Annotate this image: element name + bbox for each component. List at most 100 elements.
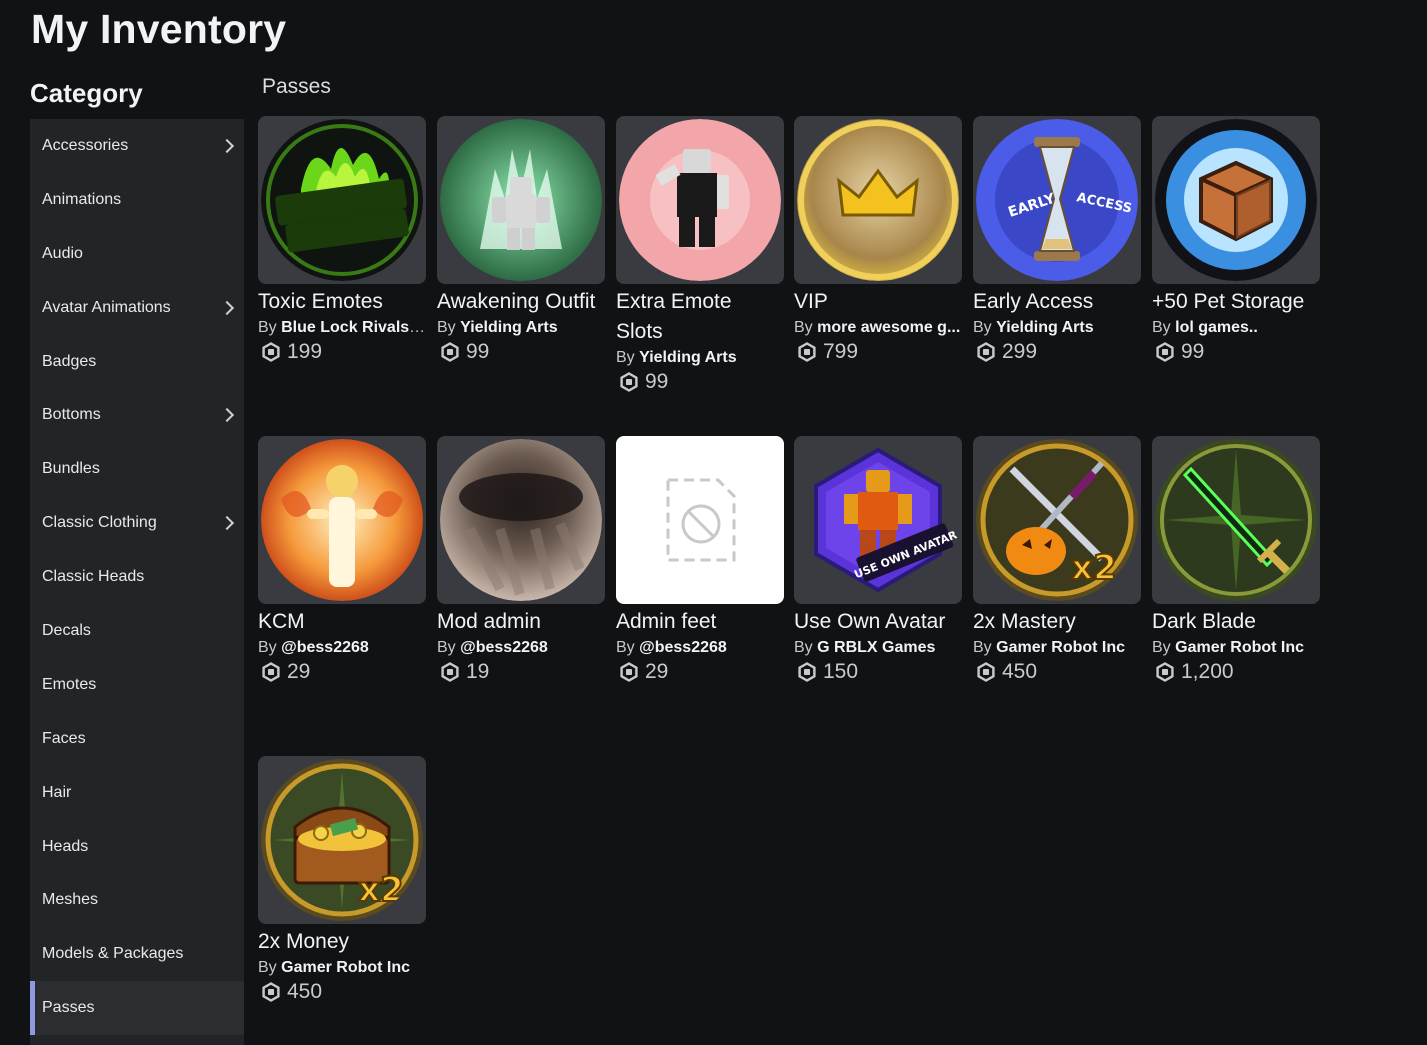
sidebar-item-decals[interactable]: Decals — [30, 604, 244, 658]
pass-name[interactable]: 2x Mastery — [973, 607, 1141, 637]
pass-card-dark-blade[interactable]: Dark Blade By Gamer Robot Inc 1,200 — [1152, 436, 1320, 684]
pass-name[interactable]: KCM — [258, 607, 426, 637]
pass-name[interactable]: Mod admin — [437, 607, 605, 637]
pass-thumbnail[interactable]: x2 — [973, 436, 1141, 604]
creator-link[interactable]: Yielding Arts — [639, 349, 737, 366]
pass-price: 450 — [973, 660, 1141, 684]
sidebar-item-label: Classic Heads — [42, 568, 145, 586]
use-own-avatar-icon: USE OWN AVATAR — [814, 447, 959, 593]
pass-thumbnail[interactable] — [1152, 116, 1320, 284]
sidebar-item-bundles[interactable]: Bundles — [30, 442, 244, 496]
sidebar-item-label: Passes — [42, 999, 95, 1017]
pass-name[interactable]: Toxic Emotes — [258, 287, 426, 317]
sidebar-item-avatar-animations[interactable]: Avatar Animations — [30, 281, 244, 335]
pass-thumbnail[interactable]: x2 — [258, 756, 426, 924]
creator-link[interactable]: @bess2268 — [281, 639, 369, 656]
sidebar-item-emotes[interactable]: Emotes — [30, 658, 244, 712]
pass-price: 29 — [616, 660, 784, 684]
extra-emote-slots-icon — [619, 119, 781, 281]
sidebar-item-label: Decals — [42, 621, 91, 639]
sidebar-item-classic-clothing[interactable]: Classic Clothing — [30, 496, 244, 550]
pass-name[interactable]: +50 Pet Storage — [1152, 287, 1320, 317]
sidebar-item-audio[interactable]: Audio — [30, 227, 244, 281]
creator-link[interactable]: Gamer Robot Inc — [1175, 639, 1304, 656]
pass-thumbnail[interactable] — [437, 116, 605, 284]
pass-card-2x-money[interactable]: x2 2x Money By Gamer Robot Inc 450 — [258, 756, 426, 1004]
pass-thumbnail[interactable] — [616, 116, 784, 284]
sidebar-item-faces[interactable]: Faces — [30, 712, 244, 766]
sidebar-item-classic-heads[interactable]: Classic Heads — [30, 550, 244, 604]
pass-name[interactable]: Dark Blade — [1152, 607, 1320, 637]
pass-card-toxic-emotes[interactable]: Toxic Emotes By Blue Lock Rivals ... 199 — [258, 116, 426, 364]
robux-icon — [261, 662, 281, 682]
creator-link[interactable]: Yielding Arts — [460, 319, 558, 336]
pass-creator: By @bess2268 — [258, 639, 369, 656]
sidebar-item-label: Avatar Animations — [42, 298, 171, 316]
pass-card-2x-mastery[interactable]: x2 2x Mastery By Gamer Robot Inc 450 — [973, 436, 1141, 684]
pass-thumbnail[interactable] — [616, 436, 784, 604]
pass-card-extra-emote-slots[interactable]: Extra Emote Slots By Yielding Arts 99 — [616, 116, 784, 394]
pass-price: 19 — [437, 660, 605, 684]
pass-card-awakening-outfit[interactable]: Awakening Outfit By Yielding Arts 99 — [437, 116, 605, 364]
sidebar-item-label: Animations — [42, 190, 122, 208]
robux-icon — [976, 662, 996, 682]
pass-creator: By lol games.. — [1152, 319, 1258, 336]
pass-name[interactable]: Extra Emote Slots — [616, 287, 784, 347]
pass-creator: By @bess2268 — [616, 639, 727, 656]
sidebar-item-label: Meshes — [42, 891, 99, 909]
pass-card-early-access[interactable]: EARLY ACCESS Early Access By Yielding Ar… — [973, 116, 1141, 364]
pass-creator: By Gamer Robot Inc — [258, 959, 411, 976]
pass-name[interactable]: 2x Money — [258, 927, 426, 957]
sidebar-item-meshes[interactable]: Meshes — [30, 873, 244, 927]
pass-thumbnail[interactable] — [437, 436, 605, 604]
creator-link[interactable]: more awesome g... — [817, 319, 960, 336]
robux-icon — [797, 662, 817, 682]
pass-name[interactable]: Use Own Avatar — [794, 607, 962, 637]
creator-link[interactable]: @bess2268 — [460, 639, 548, 656]
pass-price: 199 — [258, 340, 426, 364]
sidebar-item-animations[interactable]: Animations — [30, 173, 244, 227]
creator-link[interactable]: Gamer Robot Inc — [996, 639, 1125, 656]
creator-link[interactable]: Gamer Robot Inc — [281, 959, 410, 976]
creator-link[interactable]: G RBLX Games — [817, 639, 935, 656]
pass-creator: By @bess2268 — [437, 639, 548, 656]
creator-link[interactable]: lol games.. — [1175, 319, 1258, 336]
pass-card-vip[interactable]: VIP By more awesome g... 799 — [794, 116, 962, 364]
pass-creator: By Blue Lock Rivals ... — [258, 319, 426, 336]
pass-name[interactable]: Early Access — [973, 287, 1141, 317]
creator-link[interactable]: @bess2268 — [639, 639, 727, 656]
creator-link[interactable]: Blue Lock Rivals ... — [281, 319, 426, 336]
pass-name[interactable]: VIP — [794, 287, 962, 317]
sidebar-item-accessories[interactable]: Accessories — [30, 119, 244, 173]
pass-name[interactable]: Awakening Outfit — [437, 287, 605, 317]
sidebar-item-label: Bundles — [42, 460, 100, 478]
pass-thumbnail[interactable] — [258, 116, 426, 284]
pass-card-pet-storage[interactable]: +50 Pet Storage By lol games.. 99 — [1152, 116, 1320, 364]
pass-thumbnail[interactable] — [258, 436, 426, 604]
robux-icon — [261, 982, 281, 1002]
sidebar-item-hair[interactable]: Hair — [30, 766, 244, 820]
pass-thumbnail[interactable]: EARLY ACCESS — [973, 116, 1141, 284]
toxic-emotes-icon — [261, 119, 423, 281]
pass-card-mod-admin[interactable]: Mod admin By @bess2268 19 — [437, 436, 605, 684]
pass-card-admin-feet[interactable]: Admin feet By @bess2268 29 — [616, 436, 784, 684]
sidebar-item-heads[interactable]: Heads — [30, 820, 244, 874]
sidebar-item-passes[interactable]: Passes — [30, 981, 244, 1036]
svg-text:x2: x2 — [1071, 548, 1117, 588]
pass-thumbnail[interactable] — [794, 116, 962, 284]
pass-creator: By Yielding Arts — [616, 349, 737, 366]
robux-icon — [440, 662, 460, 682]
sidebar-item-bottoms[interactable]: Bottoms — [30, 388, 244, 442]
pass-card-kcm[interactable]: KCM By @bess2268 29 — [258, 436, 426, 684]
sidebar-item-models-packages[interactable]: Models & Packages — [30, 927, 244, 981]
pass-thumbnail[interactable]: USE OWN AVATAR — [794, 436, 962, 604]
creator-link[interactable]: Yielding Arts — [996, 319, 1094, 336]
pass-card-use-own-avatar[interactable]: USE OWN AVATAR Use Own Avatar By G RBLX … — [794, 436, 962, 684]
pass-creator: By Yielding Arts — [973, 319, 1094, 336]
pass-name[interactable]: Admin feet — [616, 607, 784, 637]
pass-thumbnail[interactable] — [1152, 436, 1320, 604]
robux-icon — [619, 372, 639, 392]
pass-price: 99 — [437, 340, 605, 364]
pass-creator: By Gamer Robot Inc — [1152, 639, 1305, 656]
sidebar-item-badges[interactable]: Badges — [30, 335, 244, 389]
